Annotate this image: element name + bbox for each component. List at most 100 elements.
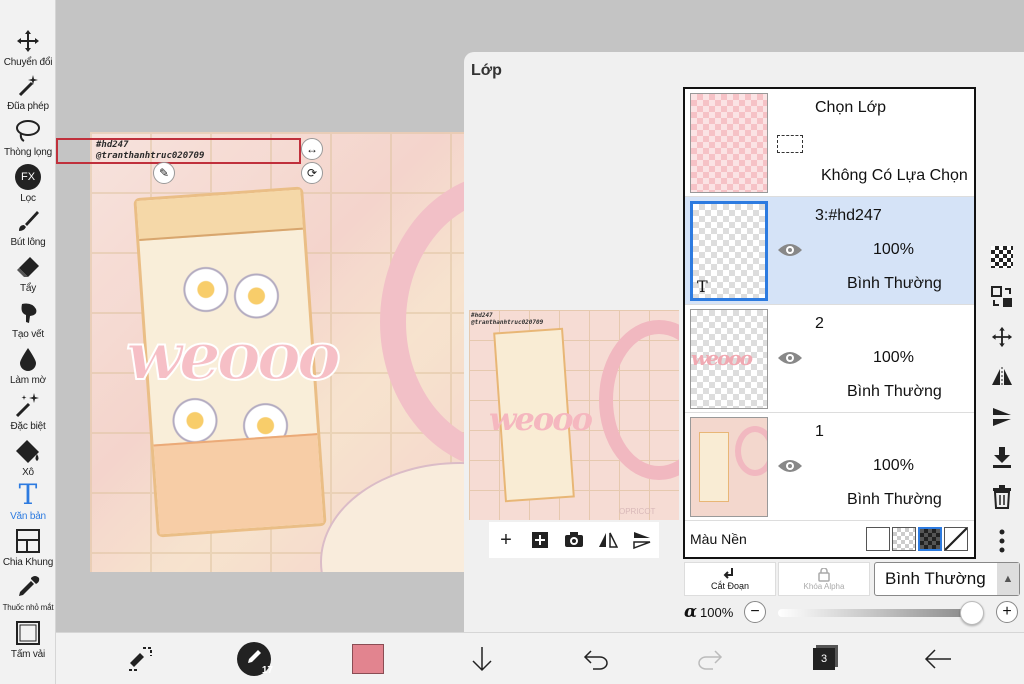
tool-brush[interactable]: Bút lông: [0, 206, 56, 252]
tool-canvas[interactable]: Tấm vải: [0, 618, 56, 664]
layer-name: 1: [815, 423, 824, 440]
checker-layer-button[interactable]: [986, 242, 1018, 272]
back-button[interactable]: [920, 641, 956, 677]
smudge-icon: [13, 298, 43, 328]
tool-magic-wand[interactable]: Đũa phép: [0, 70, 56, 116]
panel-title: Lớp: [471, 62, 502, 79]
tool-lasso[interactable]: Thòng lọng: [0, 116, 56, 162]
tool-label: Chuyển đổi: [3, 57, 53, 68]
bg-none-swatch[interactable]: [944, 527, 968, 551]
eye-icon: [778, 352, 802, 364]
tool-frame-divider[interactable]: Chia Khung: [0, 526, 56, 572]
layer-opacity: 100%: [873, 457, 914, 474]
arrow-left-icon: [924, 649, 951, 669]
quick-tool-button[interactable]: [122, 641, 158, 677]
more-options-button[interactable]: [986, 526, 1018, 556]
flip-layer-vertical-button[interactable]: [986, 402, 1018, 432]
tool-label: Thòng lọng: [3, 147, 53, 158]
layer-blend-mode: Bình Thường: [847, 491, 942, 508]
redo-button[interactable]: [692, 641, 728, 677]
alpha-symbol: α: [684, 602, 698, 622]
tool-label: Tấm vải: [10, 649, 46, 660]
brush-size-button[interactable]: 17: [236, 641, 273, 677]
add-layer-button[interactable]: +: [493, 527, 519, 553]
move-arrows-icon: [991, 326, 1013, 348]
tool-label: Tẩy: [19, 283, 37, 294]
layer-list: Chọn Lớp Không Có Lựa Chọn T 3:#hd247 10…: [683, 87, 976, 559]
flip-horizontal-icon: [599, 532, 618, 548]
tool-bucket[interactable]: Xô: [0, 436, 56, 482]
layer-down-button[interactable]: [464, 641, 500, 677]
undo-button[interactable]: [578, 641, 614, 677]
bottom-toolbar: 17 3: [56, 632, 1024, 684]
current-color-swatch: [352, 644, 384, 674]
tool-text[interactable]: T Văn bản: [0, 480, 56, 526]
bg-dark-checker-swatch[interactable]: [918, 527, 942, 551]
layer-row[interactable]: T 3:#hd247 100% Bình Thường: [685, 197, 974, 305]
opacity-slider[interactable]: [778, 609, 974, 617]
layer-row[interactable]: weooo 2 100% Bình Thường: [685, 305, 974, 413]
selection-layer-row[interactable]: Chọn Lớp Không Có Lựa Chọn: [685, 89, 974, 197]
resize-handle[interactable]: ↔: [301, 138, 323, 160]
eyedropper-icon: [13, 572, 43, 602]
tool-label: Tạo vết: [12, 329, 44, 340]
camera-icon: [565, 532, 583, 547]
tool-filter[interactable]: FX Lọc: [0, 162, 56, 208]
rotate-icon: ⟳: [306, 166, 318, 180]
tool-transform[interactable]: Chuyển đổi: [0, 26, 56, 72]
add-layer-copy-button[interactable]: [527, 527, 553, 553]
redo-icon: [698, 650, 723, 670]
visibility-toggle[interactable]: [777, 453, 803, 479]
move-arrows-icon: [13, 26, 43, 56]
brush-size-value: 17: [261, 665, 273, 676]
bucket-icon: [13, 436, 43, 466]
opacity-slider-knob[interactable]: [960, 601, 984, 625]
transform-pen-icon: [129, 647, 152, 671]
blend-mode-select[interactable]: Bình Thường ▲: [874, 562, 1020, 596]
tool-blur[interactable]: Làm mờ: [0, 344, 56, 390]
magic-wand-icon: [13, 70, 43, 100]
opacity-decrease-button[interactable]: −: [744, 601, 766, 623]
tool-smudge[interactable]: Tạo vết: [0, 298, 56, 344]
alpha-lock-icon: [818, 567, 830, 582]
tool-special[interactable]: Đặc biệt: [0, 390, 56, 436]
visibility-toggle[interactable]: [777, 237, 803, 263]
alpha-lock-button[interactable]: Khóa Alpha: [778, 562, 870, 596]
color-picker-button[interactable]: [350, 641, 386, 677]
bg-white-swatch[interactable]: [866, 527, 890, 551]
bg-light-checker-swatch[interactable]: [892, 527, 916, 551]
left-toolbar: Chuyển đổi Đũa phép Thòng lọng FX Lọc Bú…: [0, 0, 56, 684]
marquee-selection-icon: [777, 135, 803, 153]
lasso-icon: [13, 116, 43, 146]
canvas-preview[interactable]: weooo #hd247 @tranthanhtruc020709 OPRICO…: [469, 310, 679, 520]
triangle-up-icon: ▲: [997, 563, 1019, 595]
edit-text-handle[interactable]: ✎: [153, 162, 175, 184]
layer-row[interactable]: 1 100% Bình Thường: [685, 413, 974, 521]
layer-blend-mode: Bình Thường: [847, 275, 942, 292]
merge-down-button[interactable]: [986, 442, 1018, 472]
flip-vertical-rotate-button[interactable]: [629, 527, 655, 553]
delete-layer-button[interactable]: [986, 482, 1018, 512]
layers-button[interactable]: 3: [806, 641, 842, 677]
tool-eyedropper[interactable]: Thuốc nhỏ mắt: [0, 572, 56, 618]
flip-layer-horizontal-button[interactable]: [986, 362, 1018, 392]
flip-vertical-icon: [993, 408, 1011, 426]
tool-label: Đặc biệt: [10, 421, 46, 432]
tool-eraser[interactable]: Tẩy: [0, 252, 56, 298]
tool-label: Bút lông: [10, 237, 46, 248]
clipping-button[interactable]: Cắt Đoạn: [684, 562, 776, 596]
opacity-increase-button[interactable]: +: [996, 601, 1018, 623]
move-layer-button[interactable]: [986, 322, 1018, 352]
swap-squares-icon: [991, 286, 1012, 307]
rotate-handle[interactable]: ⟳: [301, 162, 323, 184]
camera-import-button[interactable]: [561, 527, 587, 553]
flip-horizontal-button[interactable]: [595, 527, 621, 553]
layer-blend-mode: Bình Thường: [847, 383, 942, 400]
eye-icon: [778, 244, 802, 256]
text-layer-box[interactable]: #hd247 @tranthanhtruc020709: [56, 138, 301, 164]
brush-size-indicator: 17: [237, 642, 273, 676]
visibility-toggle[interactable]: [777, 345, 803, 371]
transfer-layer-button[interactable]: [986, 282, 1018, 312]
brush-icon: [13, 206, 43, 236]
tool-label: Văn bản: [10, 511, 46, 522]
